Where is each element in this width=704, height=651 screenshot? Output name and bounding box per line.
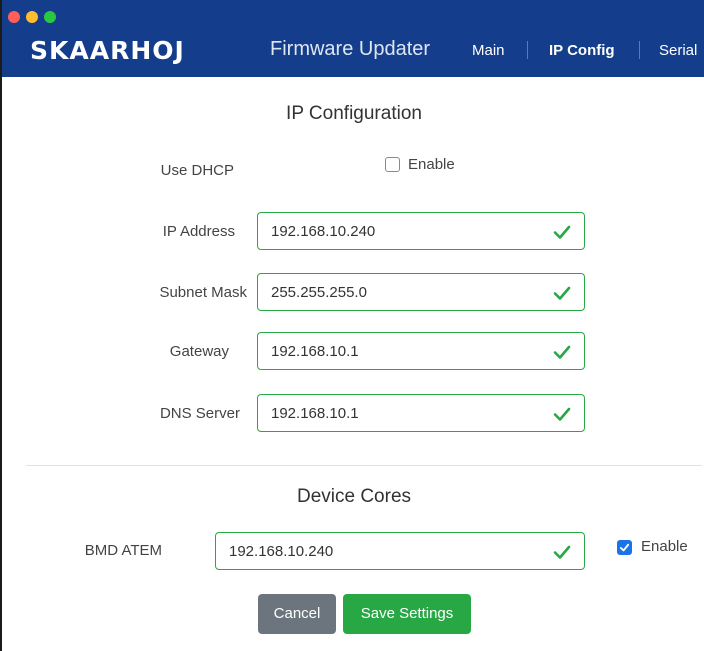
zoom-window-button[interactable] (44, 11, 56, 23)
nav-serial[interactable]: Serial (659, 42, 697, 59)
brand-logo: SKAARHOJ (30, 36, 185, 65)
check-icon (553, 407, 571, 421)
ip-address-label: IP Address (162, 223, 235, 240)
bmd-atem-enable-checkbox[interactable] (617, 540, 632, 555)
cancel-button[interactable]: Cancel (258, 594, 336, 634)
dhcp-enable-label: Enable (408, 156, 455, 173)
header-bar: SKAARHOJ Firmware Updater Main IP Config… (2, 0, 704, 77)
save-settings-button[interactable]: Save Settings (343, 594, 471, 634)
checkmark-icon (619, 543, 630, 552)
nav-main[interactable]: Main (472, 42, 505, 59)
dhcp-enable-checkbox[interactable] (385, 157, 400, 172)
dhcp-label: Use DHCP (160, 162, 234, 179)
bmd-atem-value: 192.168.10.240 (229, 543, 334, 560)
ip-configuration-title: IP Configuration (286, 103, 422, 124)
minimize-window-button[interactable] (26, 11, 38, 23)
gateway-label: Gateway (169, 343, 229, 360)
nav-separator (527, 41, 528, 59)
gateway-value: 192.168.10.1 (271, 343, 359, 360)
ip-address-value: 192.168.10.240 (271, 223, 376, 240)
subnet-mask-input[interactable]: 255.255.255.0 (257, 273, 585, 311)
check-icon (553, 225, 571, 239)
ip-address-input[interactable]: 192.168.10.240 (257, 212, 585, 250)
nav-ip-config[interactable]: IP Config (549, 42, 615, 59)
nav-separator (639, 41, 640, 59)
dns-server-value: 192.168.10.1 (271, 405, 359, 422)
bmd-atem-input[interactable]: 192.168.10.240 (215, 532, 585, 570)
dns-server-label: DNS Server (159, 405, 240, 422)
bmd-atem-enable-label: Enable (641, 538, 688, 555)
section-divider (26, 465, 702, 466)
device-cores-title: Device Cores (296, 486, 412, 507)
app-window: SKAARHOJ Firmware Updater Main IP Config… (0, 0, 704, 651)
subnet-mask-label: Subnet Mask (159, 284, 247, 301)
check-icon (553, 345, 571, 359)
check-icon (553, 286, 571, 300)
dns-server-input[interactable]: 192.168.10.1 (257, 394, 585, 432)
close-window-button[interactable] (8, 11, 20, 23)
app-title: Firmware Updater (270, 38, 431, 60)
subnet-mask-value: 255.255.255.0 (271, 284, 367, 301)
bmd-atem-label: BMD ATEM (84, 542, 162, 559)
check-icon (553, 545, 571, 559)
gateway-input[interactable]: 192.168.10.1 (257, 332, 585, 370)
